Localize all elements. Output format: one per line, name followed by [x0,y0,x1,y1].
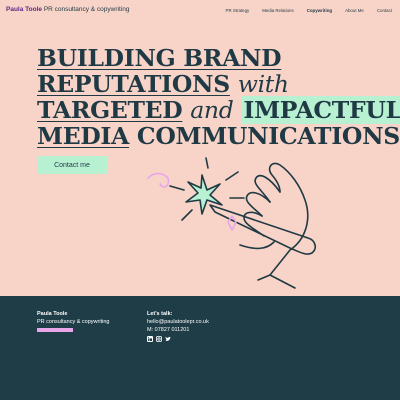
hero-line-3: TARGETED and IMPACTFUL [37,96,400,124]
nav-copywriting[interactable]: Copywriting [307,8,332,13]
footer-name: Paula Toole [37,311,68,317]
social-links [147,336,209,342]
nav-about-me[interactable]: About Me [345,8,364,13]
footer-email-link[interactable]: hello@paulatoolepr.co.uk [147,318,209,326]
hero-line-4: MEDIA COMMUNICATIONS. [37,122,400,150]
footer-brand: Paula Toole PR consultancy & copywriting [37,310,109,332]
hero-word-communications: COMMUNICATIONS. [136,122,400,150]
brand-name: Paula Toole [6,6,42,13]
footer: Paula Toole PR consultancy & copywriting… [0,296,400,400]
hero-word-media: MEDIA [37,122,130,150]
instagram-icon[interactable] [156,336,162,342]
hero-line-1: BUILDING BRAND [37,45,367,71]
nav-media-relations[interactable]: Media Relations [262,8,293,13]
nav-contact[interactable]: Contact [377,8,392,13]
hero-word-targeted: TARGETED [37,96,183,124]
nav-pr-strategy[interactable]: PR Strategy [226,8,250,13]
hero-line-2: REPUTATIONS with [37,71,367,97]
top-bar: Paula Toole PR consultancy & copywriting… [0,0,400,22]
footer-phone: M: 07827 011201 [147,327,190,333]
hero-word-impactful: IMPACTFUL [241,96,400,124]
twitter-icon[interactable] [165,336,171,342]
hero-line-1-text: BUILDING BRAND [37,44,282,72]
hero-word-and: and [190,96,234,124]
contact-me-button[interactable]: Contact me [37,156,107,174]
brand-logo[interactable]: Paula Toole PR consultancy & copywriting [6,6,129,13]
footer-accent-bar [37,328,73,332]
brand-tagline: PR consultancy & copywriting [43,6,130,13]
hand-wand-illustration [147,157,317,289]
main-nav: PR Strategy Media Relations Copywriting … [213,8,392,13]
footer-contact: Let's talk: hello@paulatoolepr.co.uk M: … [147,310,209,342]
hero-word-reputations: REPUTATIONS [37,70,230,98]
hero-heading: BUILDING BRAND REPUTATIONS with TARGETED… [37,45,400,150]
linkedin-icon[interactable] [147,336,153,342]
footer-tagline: PR consultancy & copywriting [37,319,110,325]
footer-talk-heading: Let's talk: [147,311,173,317]
hero-word-with: with [237,70,289,98]
